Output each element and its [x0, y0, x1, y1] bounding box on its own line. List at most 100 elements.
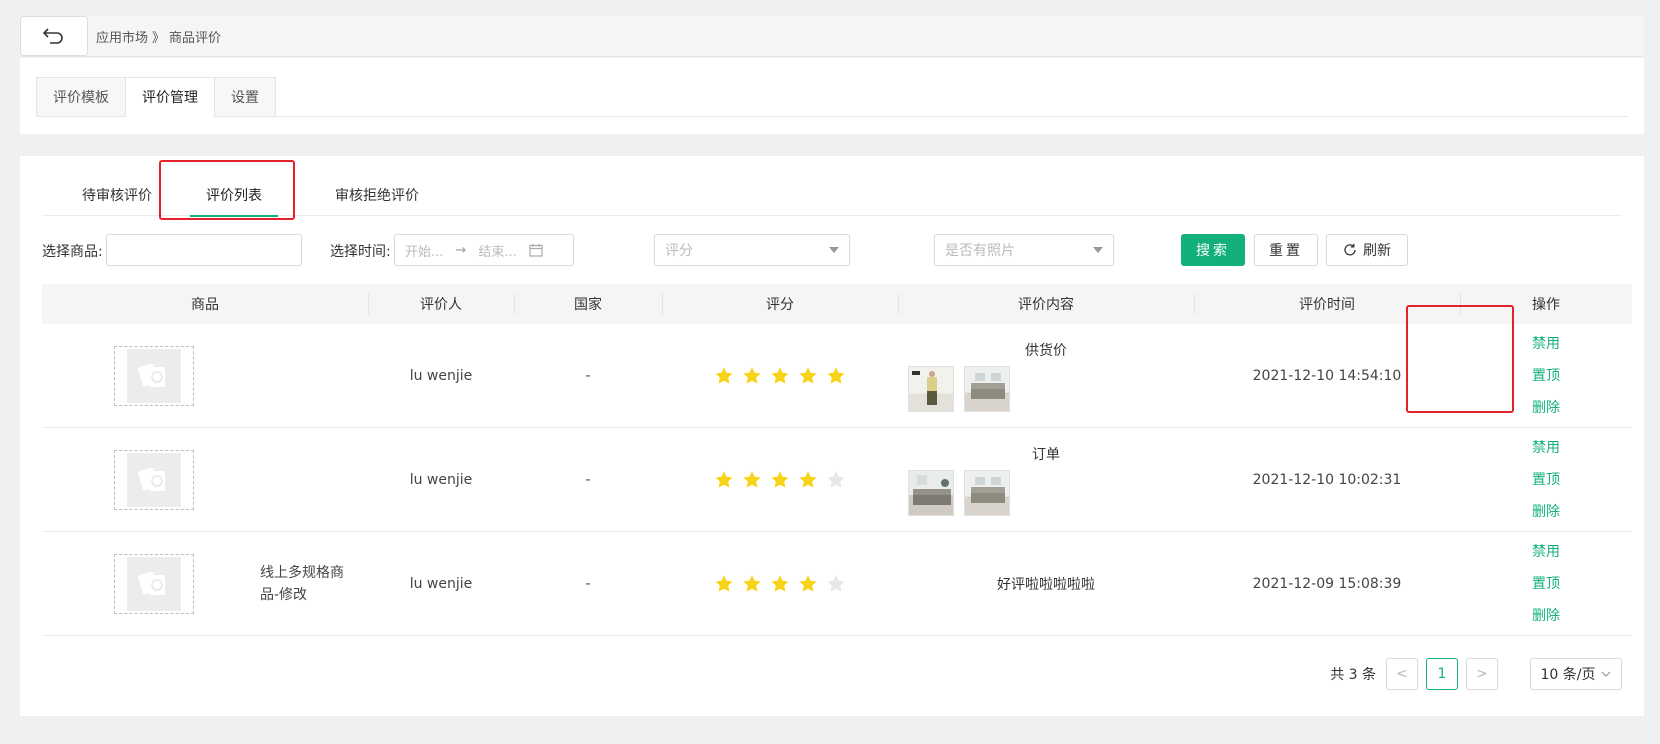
star-filled-icon — [771, 470, 789, 488]
breadcrumb-root[interactable]: 应用市场 — [96, 27, 148, 46]
caret-down-icon — [1093, 247, 1103, 253]
delete-link[interactable]: 删除 — [1532, 607, 1560, 625]
tab-settings[interactable]: 设置 — [214, 77, 276, 117]
image-placeholder-icon — [127, 453, 181, 507]
date-range-picker[interactable]: 开始... → 结束... — [394, 234, 574, 266]
star-filled-icon — [799, 470, 817, 488]
reset-button[interactable]: 重置 — [1254, 234, 1318, 266]
next-page-button[interactable]: > — [1466, 658, 1498, 690]
search-button[interactable]: 搜索 — [1181, 234, 1245, 266]
disable-link[interactable]: 禁用 — [1532, 543, 1560, 561]
review-photos — [908, 366, 1010, 412]
pin-top-link[interactable]: 置顶 — [1532, 471, 1560, 489]
rating-cell — [662, 324, 898, 427]
review-photo-thumbnail[interactable] — [964, 366, 1010, 412]
actions-cell: 禁用 置顶 删除 — [1460, 428, 1632, 531]
table-header: 商品 评价人 国家 评分 评价内容 评价时间 操作 — [42, 284, 1632, 324]
pagination-total: 共 3 条 — [1330, 667, 1376, 683]
pin-top-link[interactable]: 置顶 — [1532, 575, 1560, 593]
disable-link[interactable]: 禁用 — [1532, 439, 1560, 457]
col-header-reviewer: 评价人 — [368, 284, 514, 324]
date-range-arrow-icon: → — [455, 242, 467, 258]
review-text: 供货价 — [1025, 343, 1067, 359]
content-cell: 供货价 — [898, 324, 1194, 427]
reset-button-label: 重置 — [1269, 243, 1303, 259]
review-photo-thumbnail[interactable] — [964, 470, 1010, 516]
actions-cell: 禁用 置顶 删除 — [1460, 324, 1632, 427]
chevron-down-icon — [1602, 671, 1611, 677]
image-placeholder-icon — [127, 557, 181, 611]
tab-review-template[interactable]: 评价模板 — [36, 77, 126, 117]
star-filled-icon — [799, 574, 817, 592]
subtab-rejected-review[interactable]: 审核拒绝评价 — [335, 174, 419, 216]
star-filled-icon — [799, 366, 817, 384]
review-photo-thumbnail[interactable] — [908, 366, 954, 412]
pin-top-link[interactable]: 置顶 — [1532, 367, 1560, 385]
review-text: 好评啦啦啦啦啦 — [997, 576, 1095, 593]
country-cell: - — [585, 367, 591, 384]
time-cell: 2021-12-09 15:08:39 — [1252, 575, 1402, 592]
image-placeholder-icon — [127, 349, 181, 403]
time-cell: 2021-12-10 14:54:10 — [1252, 367, 1402, 384]
col-header-rating: 评分 — [662, 284, 898, 324]
filter-bar: 选择商品: 选择时间: 开始... → 结束... 评分 是否有照片 搜索 重置 — [42, 234, 1632, 266]
disable-link[interactable]: 禁用 — [1532, 335, 1560, 353]
delete-link[interactable]: 删除 — [1532, 503, 1560, 521]
star-filled-icon — [743, 574, 761, 592]
time-filter-label: 选择时间: — [330, 244, 391, 260]
subtab-review-list[interactable]: 评价列表 — [190, 174, 278, 217]
product-image[interactable] — [114, 450, 194, 510]
content-cell: 好评啦啦啦啦啦 — [898, 532, 1194, 635]
col-header-actions: 操作 — [1460, 284, 1632, 324]
col-header-content: 评价内容 — [898, 284, 1194, 324]
review-photos — [908, 470, 1010, 516]
start-date-placeholder: 开始... — [405, 244, 444, 260]
end-date-placeholder: 结束... — [478, 244, 517, 260]
top-bar: 应用市场 》 商品评价 — [20, 16, 1644, 57]
top-tabs-card: 评价模板 评价管理 设置 — [20, 58, 1644, 134]
tab-review-management[interactable]: 评价管理 — [125, 77, 215, 117]
chevron-left-icon: < — [1396, 666, 1408, 682]
country-cell: - — [585, 575, 591, 592]
star-empty-icon — [827, 574, 845, 592]
star-filled-icon — [771, 574, 789, 592]
breadcrumb: 应用市场 》 商品评价 — [96, 27, 221, 46]
table-row: 线上多规格商品-修改 lu wenjie - 好评啦啦啦啦啦 2021-12-0… — [42, 532, 1632, 636]
product-cell: 线上多规格商品-修改 — [42, 532, 368, 635]
subtab-pending-review[interactable]: 待审核评价 — [82, 174, 152, 216]
prev-page-button[interactable]: < — [1386, 658, 1418, 690]
actions-cell: 禁用 置顶 删除 — [1460, 532, 1632, 635]
star-rating — [714, 470, 846, 490]
photo-select[interactable]: 是否有照片 — [934, 234, 1114, 266]
page-button-1[interactable]: 1 — [1426, 658, 1458, 690]
reviewer-cell: lu wenjie — [409, 575, 473, 592]
review-table: 商品 评价人 国家 评分 评价内容 评价时间 操作 lu wenjie - 供货… — [42, 284, 1632, 636]
page-size-label: 10 条/页 — [1540, 667, 1596, 683]
calendar-icon — [529, 244, 543, 257]
product-input[interactable] — [106, 234, 302, 266]
table-row: lu wenjie - 供货价 2021-12-10 14:54:10 禁用 置… — [42, 324, 1632, 428]
score-select[interactable]: 评分 — [654, 234, 850, 266]
product-image[interactable] — [114, 346, 194, 406]
product-image[interactable] — [114, 554, 194, 614]
col-header-product: 商品 — [191, 297, 219, 313]
delete-link[interactable]: 删除 — [1532, 399, 1560, 417]
star-filled-icon — [715, 366, 733, 384]
country-cell: - — [585, 471, 591, 488]
star-rating — [714, 574, 846, 594]
back-button[interactable] — [20, 16, 88, 56]
page-size-select[interactable]: 10 条/页 — [1530, 658, 1622, 690]
product-filter-label: 选择商品: — [42, 244, 103, 260]
reviewer-cell: lu wenjie — [409, 471, 473, 488]
reviewer-cell: lu wenjie — [409, 367, 473, 384]
star-empty-icon — [827, 470, 845, 488]
sub-tabs: 待审核评价 评价列表 审核拒绝评价 — [42, 174, 1622, 217]
refresh-button[interactable]: 刷新 — [1326, 234, 1408, 266]
table-row: lu wenjie - 订单 2021-12-10 10:02:31 禁用 置顶… — [42, 428, 1632, 532]
product-cell — [42, 324, 368, 427]
rating-cell — [662, 428, 898, 531]
star-filled-icon — [827, 366, 845, 384]
review-text: 订单 — [1032, 447, 1060, 463]
star-filled-icon — [743, 470, 761, 488]
review-photo-thumbnail[interactable] — [908, 470, 954, 516]
